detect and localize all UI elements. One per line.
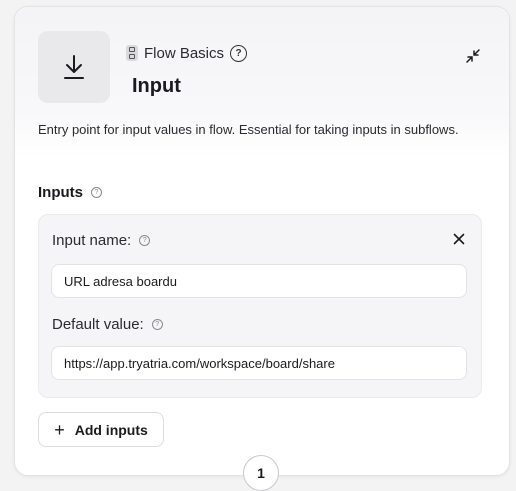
default-value-label: Default value: bbox=[52, 316, 144, 333]
inputs-heading-label: Inputs bbox=[38, 184, 83, 201]
add-inputs-label: Add inputs bbox=[74, 421, 148, 438]
help-circle-icon[interactable]: ? bbox=[230, 44, 248, 62]
input-node-card: Flow Basics ? Input Entry point for inpu… bbox=[14, 6, 510, 476]
input-name-label-row: Input name: ? bbox=[52, 232, 151, 249]
add-inputs-button[interactable]: + Add inputs bbox=[38, 412, 164, 447]
default-value-label-row: Default value: ? bbox=[52, 316, 163, 333]
node-category: Flow Basics ? bbox=[126, 43, 248, 63]
default-value-field[interactable] bbox=[51, 346, 467, 380]
input-name-label: Input name: bbox=[52, 232, 132, 249]
collapse-icon[interactable] bbox=[465, 48, 481, 64]
inputs-heading: Inputs ? bbox=[38, 184, 102, 201]
remove-input-button[interactable] bbox=[451, 231, 467, 247]
connector-badge: 1 bbox=[257, 465, 265, 481]
input-item: Input name: ? Default value: ? bbox=[38, 214, 482, 398]
input-name-help-icon[interactable]: ? bbox=[139, 235, 151, 246]
download-icon bbox=[38, 31, 110, 103]
close-icon bbox=[453, 233, 465, 245]
inputs-help-icon[interactable]: ? bbox=[91, 187, 102, 198]
default-value-help-icon[interactable]: ? bbox=[151, 319, 163, 330]
node-title: Input bbox=[132, 75, 181, 97]
node-category-label: Flow Basics bbox=[144, 44, 225, 62]
node-category-icon bbox=[126, 45, 138, 61]
node-description: Entry point for input values in flow. Es… bbox=[38, 122, 459, 137]
plus-icon: + bbox=[54, 419, 65, 440]
input-name-field[interactable] bbox=[51, 264, 467, 298]
